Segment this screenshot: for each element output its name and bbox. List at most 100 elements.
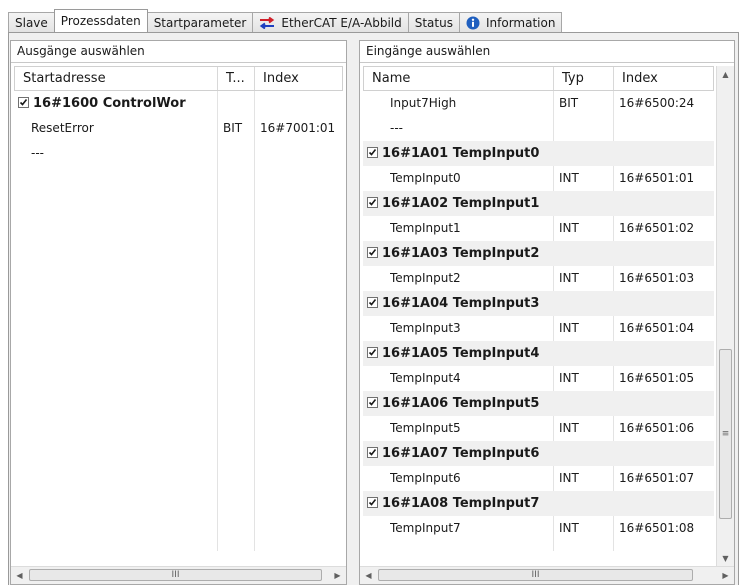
checkbox[interactable] bbox=[367, 147, 378, 158]
row-type: BIT bbox=[559, 96, 579, 110]
scroll-down-icon[interactable]: ▼ bbox=[717, 550, 734, 567]
table-row[interactable]: TempInput4 INT 16#6501:05 bbox=[363, 366, 714, 391]
checkbox[interactable] bbox=[367, 497, 378, 508]
row-name: --- bbox=[31, 146, 44, 160]
checkbox[interactable] bbox=[367, 397, 378, 408]
row-name: 16#1A01 TempInput0 bbox=[382, 146, 540, 161]
table-row[interactable]: TempInput0 INT 16#6501:01 bbox=[363, 166, 714, 191]
tab-status[interactable]: Status bbox=[407, 12, 460, 32]
row-index: 16#6501:01 bbox=[619, 171, 695, 185]
checkbox[interactable] bbox=[367, 247, 378, 258]
tab-bar: Slave Prozessdaten Startparameter EtherC… bbox=[8, 9, 563, 32]
row-index: 16#6501:04 bbox=[619, 321, 695, 335]
column-header-type[interactable]: T... bbox=[218, 67, 255, 90]
row-name: 16#1A04 TempInput3 bbox=[382, 296, 540, 311]
tab-label: Slave bbox=[15, 15, 48, 30]
tab-label: Status bbox=[414, 15, 453, 30]
table-row[interactable]: --- bbox=[14, 141, 343, 166]
table-row-group[interactable]: 16#1600 ControlWor bbox=[14, 91, 343, 116]
row-name: TempInput3 bbox=[390, 321, 461, 335]
scrollbar-thumb[interactable]: ≡ bbox=[719, 349, 732, 519]
row-name: TempInput4 bbox=[390, 371, 461, 385]
checkbox[interactable] bbox=[367, 297, 378, 308]
scrollbar-thumb[interactable]: III bbox=[29, 569, 322, 581]
table-row[interactable]: TempInput5 INT 16#6501:06 bbox=[363, 416, 714, 441]
tab-label: Prozessdaten bbox=[60, 14, 141, 28]
tab-slave[interactable]: Slave bbox=[8, 12, 55, 32]
scroll-left-icon[interactable]: ◀ bbox=[360, 567, 377, 584]
row-type: INT bbox=[559, 171, 579, 185]
outputs-grid: Startadresse T... Index 16#1600 ControlW… bbox=[11, 66, 346, 584]
tab-label: Information bbox=[485, 15, 556, 30]
tab-prozessdaten[interactable]: Prozessdaten bbox=[53, 9, 148, 32]
scrollbar-grip: ≡ bbox=[721, 429, 730, 439]
row-name-cell: 16#1A03 TempInput2 bbox=[367, 241, 607, 266]
checkbox[interactable] bbox=[18, 97, 29, 108]
inputs-grid: Name Typ Index Input7High BIT 16#6500:24 --… bbox=[360, 66, 734, 584]
checkbox[interactable] bbox=[367, 447, 378, 458]
row-name-cell: 16#1A05 TempInput4 bbox=[367, 341, 607, 366]
table-row-group[interactable]: 16#1A07 TempInput6 bbox=[363, 441, 714, 466]
row-name: 16#1A03 TempInput2 bbox=[382, 246, 540, 261]
row-name: 16#1A05 TempInput4 bbox=[382, 346, 540, 361]
table-row[interactable]: Input7High BIT 16#6500:24 bbox=[363, 91, 714, 116]
inputs-vertical-scrollbar[interactable]: ▲ ≡ ▼ bbox=[716, 66, 734, 567]
outputs-horizontal-scrollbar[interactable]: ◀ III ▶ bbox=[11, 566, 346, 584]
row-name-cell: 16#1A08 TempInput7 bbox=[367, 491, 607, 516]
tab-startparameter[interactable]: Startparameter bbox=[146, 12, 254, 32]
table-row-group[interactable]: 16#1A04 TempInput3 bbox=[363, 291, 714, 316]
row-name: --- bbox=[390, 121, 403, 135]
row-name: 16#1A07 TempInput6 bbox=[382, 446, 540, 461]
tab-label: Startparameter bbox=[153, 15, 247, 30]
checkbox[interactable] bbox=[367, 347, 378, 358]
table-row[interactable]: TempInput7 INT 16#6501:08 bbox=[363, 516, 714, 541]
table-row-group[interactable]: 16#1A03 TempInput2 bbox=[363, 241, 714, 266]
table-row[interactable]: TempInput6 INT 16#6501:07 bbox=[363, 466, 714, 491]
table-row-group[interactable]: 16#1A06 TempInput5 bbox=[363, 391, 714, 416]
row-type: INT bbox=[559, 471, 579, 485]
table-row[interactable]: TempInput2 INT 16#6501:03 bbox=[363, 266, 714, 291]
row-name: TempInput2 bbox=[390, 271, 461, 285]
info-icon bbox=[466, 16, 480, 30]
row-name-cell: 16#1A07 TempInput6 bbox=[367, 441, 607, 466]
scroll-right-icon[interactable]: ▶ bbox=[717, 567, 734, 584]
row-name-cell: 16#1A02 TempInput1 bbox=[367, 191, 607, 216]
column-header-index[interactable]: Index bbox=[255, 67, 344, 90]
column-header-name[interactable]: Name bbox=[364, 67, 554, 90]
table-row[interactable]: --- bbox=[363, 116, 714, 141]
scroll-right-icon[interactable]: ▶ bbox=[329, 567, 346, 584]
row-type: INT bbox=[559, 321, 579, 335]
table-row-group[interactable]: 16#1A01 TempInput0 bbox=[363, 141, 714, 166]
row-type: INT bbox=[559, 371, 579, 385]
row-name-cell: 16#1600 ControlWor bbox=[18, 91, 217, 116]
column-header-index[interactable]: Index bbox=[614, 67, 717, 90]
row-index: 16#6501:07 bbox=[619, 471, 695, 485]
table-row-group[interactable]: 16#1A02 TempInput1 bbox=[363, 191, 714, 216]
table-row[interactable]: ResetError BIT 16#7001:01 bbox=[14, 116, 343, 141]
scroll-left-icon[interactable]: ◀ bbox=[11, 567, 28, 584]
row-type bbox=[559, 116, 613, 141]
row-name: 16#1A06 TempInput5 bbox=[382, 396, 540, 411]
row-name: Input7High bbox=[390, 96, 457, 110]
row-name: 16#1A08 TempInput7 bbox=[382, 496, 540, 511]
scrollbar-thumb[interactable]: III bbox=[378, 569, 693, 581]
inputs-grid-header: Name Typ Index bbox=[363, 66, 714, 91]
table-row[interactable]: TempInput1 INT 16#6501:02 bbox=[363, 216, 714, 241]
row-index: 16#6501:03 bbox=[619, 271, 695, 285]
row-type: INT bbox=[559, 271, 579, 285]
table-row-group[interactable]: 16#1A08 TempInput7 bbox=[363, 491, 714, 516]
checkbox[interactable] bbox=[367, 197, 378, 208]
column-header-typ[interactable]: Typ bbox=[554, 67, 614, 90]
row-name: TempInput1 bbox=[390, 221, 461, 235]
outputs-panel-title: Ausgänge auswählen bbox=[11, 41, 346, 63]
tab-ethercat-ea-abbild[interactable]: EtherCAT E/A-Abbild bbox=[252, 12, 409, 32]
table-row[interactable]: TempInput3 INT 16#6501:04 bbox=[363, 316, 714, 341]
outputs-grid-header: Startadresse T... Index bbox=[14, 66, 343, 91]
tab-information[interactable]: Information bbox=[458, 12, 563, 32]
table-row-group[interactable]: 16#1A05 TempInput4 bbox=[363, 341, 714, 366]
column-header-startadresse[interactable]: Startadresse bbox=[15, 67, 218, 90]
inputs-horizontal-scrollbar[interactable]: ◀ III ▶ bbox=[360, 566, 734, 584]
row-type: INT bbox=[559, 521, 579, 535]
scroll-up-icon[interactable]: ▲ bbox=[717, 66, 734, 83]
row-index: 16#6501:06 bbox=[619, 421, 695, 435]
